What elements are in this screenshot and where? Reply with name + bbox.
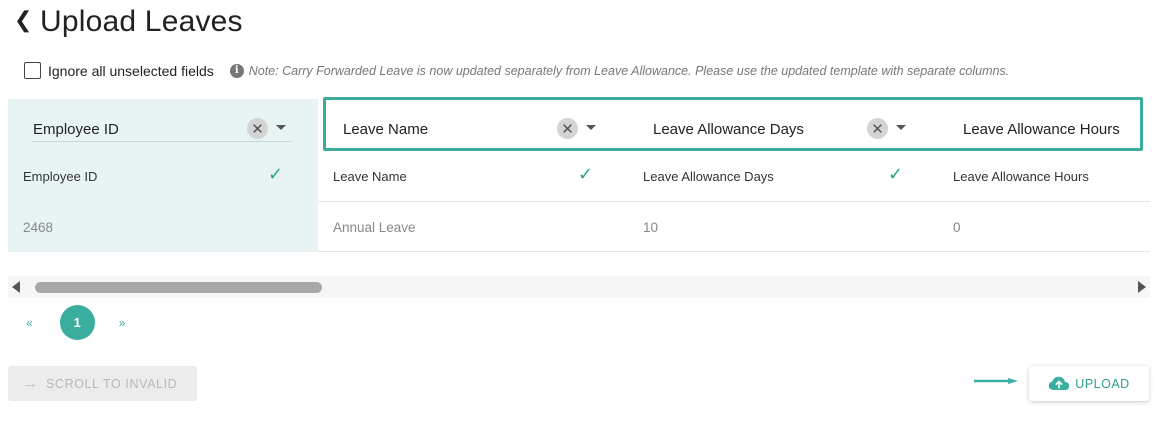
scroll-to-invalid-label: SCROLL TO INVALID bbox=[46, 376, 178, 391]
mapped-field-row: Leave Allowance Days ✓ bbox=[628, 151, 938, 202]
check-icon: ✓ bbox=[578, 164, 594, 184]
mapped-field-row: Employee ID ✓ bbox=[8, 151, 318, 202]
column-header-select[interactable]: Leave Name ✕ bbox=[318, 99, 628, 151]
arrow-right-icon: → bbox=[22, 374, 38, 392]
column-header-select[interactable]: Leave Allowance Hours bbox=[938, 99, 1150, 151]
column-leave-allowance-hours: Leave Allowance Hours Leave Allowance Ho… bbox=[938, 99, 1150, 252]
scrollbar-thumb[interactable] bbox=[35, 282, 322, 293]
column-header-select[interactable]: Leave Allowance Days ✕ bbox=[628, 99, 938, 151]
cloud-upload-icon bbox=[1049, 376, 1070, 390]
upload-button[interactable]: UPLOAD bbox=[1029, 366, 1149, 401]
select-underline bbox=[32, 141, 292, 142]
next-page-button[interactable]: » bbox=[119, 316, 126, 330]
cell-value: 10 bbox=[643, 220, 659, 235]
table-row: 10 bbox=[628, 202, 938, 252]
mapping-grid: Employee ID ✕ Employee ID ✓ 2468 Leave N… bbox=[8, 99, 1150, 252]
clear-icon[interactable]: ✕ bbox=[247, 118, 268, 139]
upload-options: Ignore all unselected fields i Note: Car… bbox=[24, 62, 1009, 79]
scroll-right-icon[interactable] bbox=[1138, 281, 1146, 293]
mapped-field-row: Leave Name ✓ bbox=[318, 151, 628, 202]
column-header-label: Leave Name bbox=[343, 121, 429, 138]
column-leave-allowance-days: Leave Allowance Days ✕ Leave Allowance D… bbox=[628, 99, 938, 252]
cell-value: 0 bbox=[953, 220, 961, 235]
cell-value: Annual Leave bbox=[333, 220, 416, 235]
ignore-unselected-checkbox[interactable] bbox=[24, 62, 41, 79]
column-header-label: Leave Allowance Hours bbox=[963, 121, 1120, 138]
check-icon: ✓ bbox=[268, 164, 284, 184]
column-leave-name: Leave Name ✕ Leave Name ✓ Annual Leave bbox=[318, 99, 628, 252]
chevron-down-icon[interactable] bbox=[586, 125, 596, 130]
table-row: 2468 bbox=[8, 202, 318, 252]
pointer-arrow-icon bbox=[974, 378, 1018, 384]
template-note: Note: Carry Forwarded Leave is now updat… bbox=[248, 63, 1010, 78]
column-header-label: Employee ID bbox=[33, 121, 119, 138]
chevron-left-icon[interactable]: ❮ bbox=[14, 7, 40, 33]
column-header-label: Leave Allowance Days bbox=[653, 121, 804, 138]
check-icon: ✓ bbox=[888, 164, 904, 184]
clear-icon[interactable]: ✕ bbox=[867, 118, 888, 139]
ignore-unselected-label[interactable]: Ignore all unselected fields bbox=[48, 63, 214, 79]
mapped-field-label: Leave Name bbox=[333, 169, 407, 184]
info-icon: i bbox=[229, 63, 244, 78]
table-row: Annual Leave bbox=[318, 202, 628, 252]
upload-label: UPLOAD bbox=[1075, 376, 1130, 391]
horizontal-scrollbar[interactable] bbox=[8, 276, 1150, 298]
scroll-left-icon[interactable] bbox=[12, 281, 20, 293]
column-employee-id: Employee ID ✕ Employee ID ✓ 2468 bbox=[8, 99, 318, 252]
mapped-field-row: Leave Allowance Hours bbox=[938, 151, 1150, 202]
scroll-to-invalid-button[interactable]: → SCROLL TO INVALID bbox=[8, 366, 197, 401]
mapped-field-label: Employee ID bbox=[23, 169, 98, 184]
table-row: 0 bbox=[938, 202, 1150, 252]
mapped-field-label: Leave Allowance Days bbox=[643, 169, 774, 184]
page-header: ❮ Upload Leaves bbox=[14, 0, 243, 44]
chevron-down-icon[interactable] bbox=[896, 125, 906, 130]
pagination: « 1 » bbox=[26, 305, 125, 340]
cell-value: 2468 bbox=[23, 220, 54, 235]
chevron-down-icon[interactable] bbox=[276, 125, 286, 130]
prev-page-button[interactable]: « bbox=[26, 316, 33, 330]
mapped-field-label: Leave Allowance Hours bbox=[953, 169, 1089, 184]
column-header-select[interactable]: Employee ID ✕ bbox=[8, 99, 318, 151]
clear-icon[interactable]: ✕ bbox=[557, 118, 578, 139]
page-1-button[interactable]: 1 bbox=[59, 305, 95, 340]
page-title: Upload Leaves bbox=[40, 5, 243, 38]
